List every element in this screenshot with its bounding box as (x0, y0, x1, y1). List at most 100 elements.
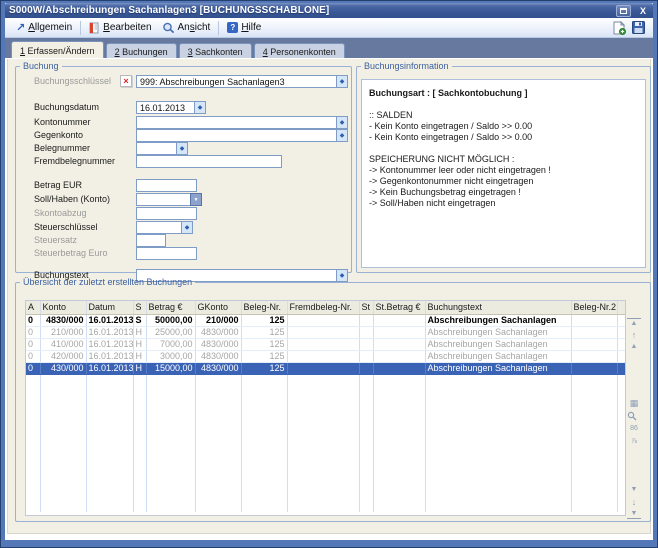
gegenkonto-combo[interactable]: ◆ (136, 129, 348, 142)
column-header[interactable]: Datum (86, 301, 133, 314)
table-cell[interactable]: 4830/000 (195, 362, 241, 374)
scroll-up-icon[interactable]: ↑ (627, 330, 641, 340)
tab-sachkonten[interactable]: 3 Sachkonten (179, 43, 252, 58)
table-cell[interactable]: 16.01.2013 (86, 314, 133, 326)
belegnummer-input[interactable]: ◆ (136, 142, 188, 155)
table-cell[interactable] (571, 326, 617, 338)
restore-button[interactable] (616, 5, 631, 17)
table-cell[interactable]: 3000,00 (146, 350, 195, 362)
table-cell[interactable]: 0 (26, 362, 40, 374)
table-cell[interactable]: Abschreibungen Sachanlagen (425, 338, 571, 350)
table-row[interactable]: 0410/00016.01.2013H7000,004830/000125Abs… (26, 338, 625, 350)
table-cell[interactable] (571, 338, 617, 350)
table-cell[interactable] (373, 338, 425, 350)
scroll-down-icon[interactable]: ↓ (627, 497, 641, 507)
table-cell[interactable] (617, 326, 625, 338)
table-cell[interactable] (287, 350, 359, 362)
clear-icon[interactable]: × (120, 75, 132, 87)
table-cell[interactable] (373, 314, 425, 326)
table-cell[interactable]: H (133, 350, 146, 362)
spinner-icon[interactable]: ◆ (336, 116, 348, 129)
chevron-down-icon[interactable]: ▼ (190, 193, 202, 206)
table-cell[interactable] (571, 314, 617, 326)
table-cell[interactable]: H (133, 326, 146, 338)
table-cell[interactable]: Abschreibungen Sachanlagen (425, 362, 571, 374)
table-cell[interactable]: 16.01.2013 (86, 350, 133, 362)
spinner-icon[interactable]: ◆ (336, 75, 348, 88)
betrag-input[interactable] (136, 179, 197, 192)
table-cell[interactable]: 0 (26, 350, 40, 362)
column-header[interactable] (617, 301, 625, 314)
table-cell[interactable] (373, 350, 425, 362)
table-cell[interactable] (359, 362, 373, 374)
row-count-icon[interactable]: 86 (627, 424, 641, 434)
table-cell[interactable] (373, 326, 425, 338)
spinner-icon[interactable]: ◆ (336, 129, 348, 142)
spinner-icon[interactable]: ◆ (194, 101, 206, 114)
table-cell[interactable] (617, 350, 625, 362)
page-up-icon[interactable]: ▲ (627, 342, 641, 352)
table-cell[interactable]: 16.01.2013 (86, 362, 133, 374)
scroll-to-bottom-icon[interactable]: ▼ (627, 509, 641, 519)
column-header[interactable]: S (133, 301, 146, 314)
table-cell[interactable]: Abschreibungen Sachanlagen (425, 350, 571, 362)
table-cell[interactable]: 210/000 (40, 326, 86, 338)
steuerschluessel-combo[interactable]: ◆ (136, 221, 193, 234)
table-cell[interactable]: 4830/000 (40, 314, 86, 326)
table-cell[interactable] (287, 314, 359, 326)
spinner-icon[interactable]: ◆ (176, 142, 188, 155)
tab-erfassen-aendern[interactable]: 1 Erfassen/Ändern (11, 41, 104, 58)
table-cell[interactable]: 50000,00 (146, 314, 195, 326)
table-cell[interactable] (359, 338, 373, 350)
column-header[interactable]: Konto (40, 301, 86, 314)
column-header[interactable]: St.Betrag € (373, 301, 425, 314)
menu-allgemein[interactable]: ↗ Allgemein (11, 20, 77, 35)
table-cell[interactable]: 4830/000 (195, 350, 241, 362)
table-cell[interactable]: 125 (241, 326, 287, 338)
table-cell[interactable] (571, 362, 617, 374)
table-cell[interactable]: H (133, 338, 146, 350)
table-cell[interactable]: S (133, 314, 146, 326)
menu-bearbeiten[interactable]: Bearbeiten (84, 20, 156, 36)
table-cell[interactable] (373, 362, 425, 374)
table-cell[interactable] (571, 350, 617, 362)
table-cell[interactable]: 16.01.2013 (86, 338, 133, 350)
column-header[interactable]: A (26, 301, 40, 314)
column-header[interactable]: Buchungstext (425, 301, 571, 314)
table-cell[interactable]: 4830/000 (195, 338, 241, 350)
column-header[interactable]: Beleg-Nr.2 (571, 301, 617, 314)
table-cell[interactable]: 0 (26, 314, 40, 326)
table-cell[interactable] (287, 338, 359, 350)
table-cell[interactable] (287, 326, 359, 338)
page-down-icon[interactable]: ▼ (627, 485, 641, 495)
tab-personenkonten[interactable]: 4 Personenkonten (254, 43, 345, 58)
table-cell[interactable]: H (133, 362, 146, 374)
table-cell[interactable]: 430/000 (40, 362, 86, 374)
table-cell[interactable]: 15000,00 (146, 362, 195, 374)
scroll-to-top-icon[interactable]: ▲ (627, 318, 641, 328)
table-cell[interactable]: 125 (241, 350, 287, 362)
spinner-icon[interactable]: ◆ (181, 221, 193, 234)
table-cell[interactable]: Abschreibungen Sachanlagen (425, 314, 571, 326)
table-cell[interactable]: 210/000 (195, 314, 241, 326)
column-header[interactable]: Betrag € (146, 301, 195, 314)
column-header[interactable]: Fremdbeleg-Nr. (287, 301, 359, 314)
close-button[interactable]: X (637, 6, 649, 16)
table-cell[interactable] (287, 362, 359, 374)
table-cell[interactable]: 410/000 (40, 338, 86, 350)
table-cell[interactable] (359, 326, 373, 338)
table-cell[interactable]: 0 (26, 326, 40, 338)
steuerbetrag-input[interactable] (136, 247, 197, 260)
table-cell[interactable]: 0 (26, 338, 40, 350)
menu-hilfe[interactable]: ? Hilfe (222, 20, 266, 35)
buchungsdatum-input[interactable]: 16.01.2013 ◆ (136, 101, 206, 114)
menu-ansicht[interactable]: Ansicht (157, 20, 216, 36)
kontonummer-combo[interactable]: ◆ (136, 116, 348, 129)
column-header[interactable]: Beleg-Nr. (241, 301, 287, 314)
save-icon[interactable] (632, 21, 645, 34)
table-cell[interactable] (617, 338, 625, 350)
new-document-icon[interactable] (613, 21, 626, 35)
search-icon[interactable] (627, 411, 641, 421)
table-cell[interactable] (359, 350, 373, 362)
buchungsschluessel-combo[interactable]: 999: Abschreibungen Sachanlagen3 ◆ (136, 75, 348, 88)
